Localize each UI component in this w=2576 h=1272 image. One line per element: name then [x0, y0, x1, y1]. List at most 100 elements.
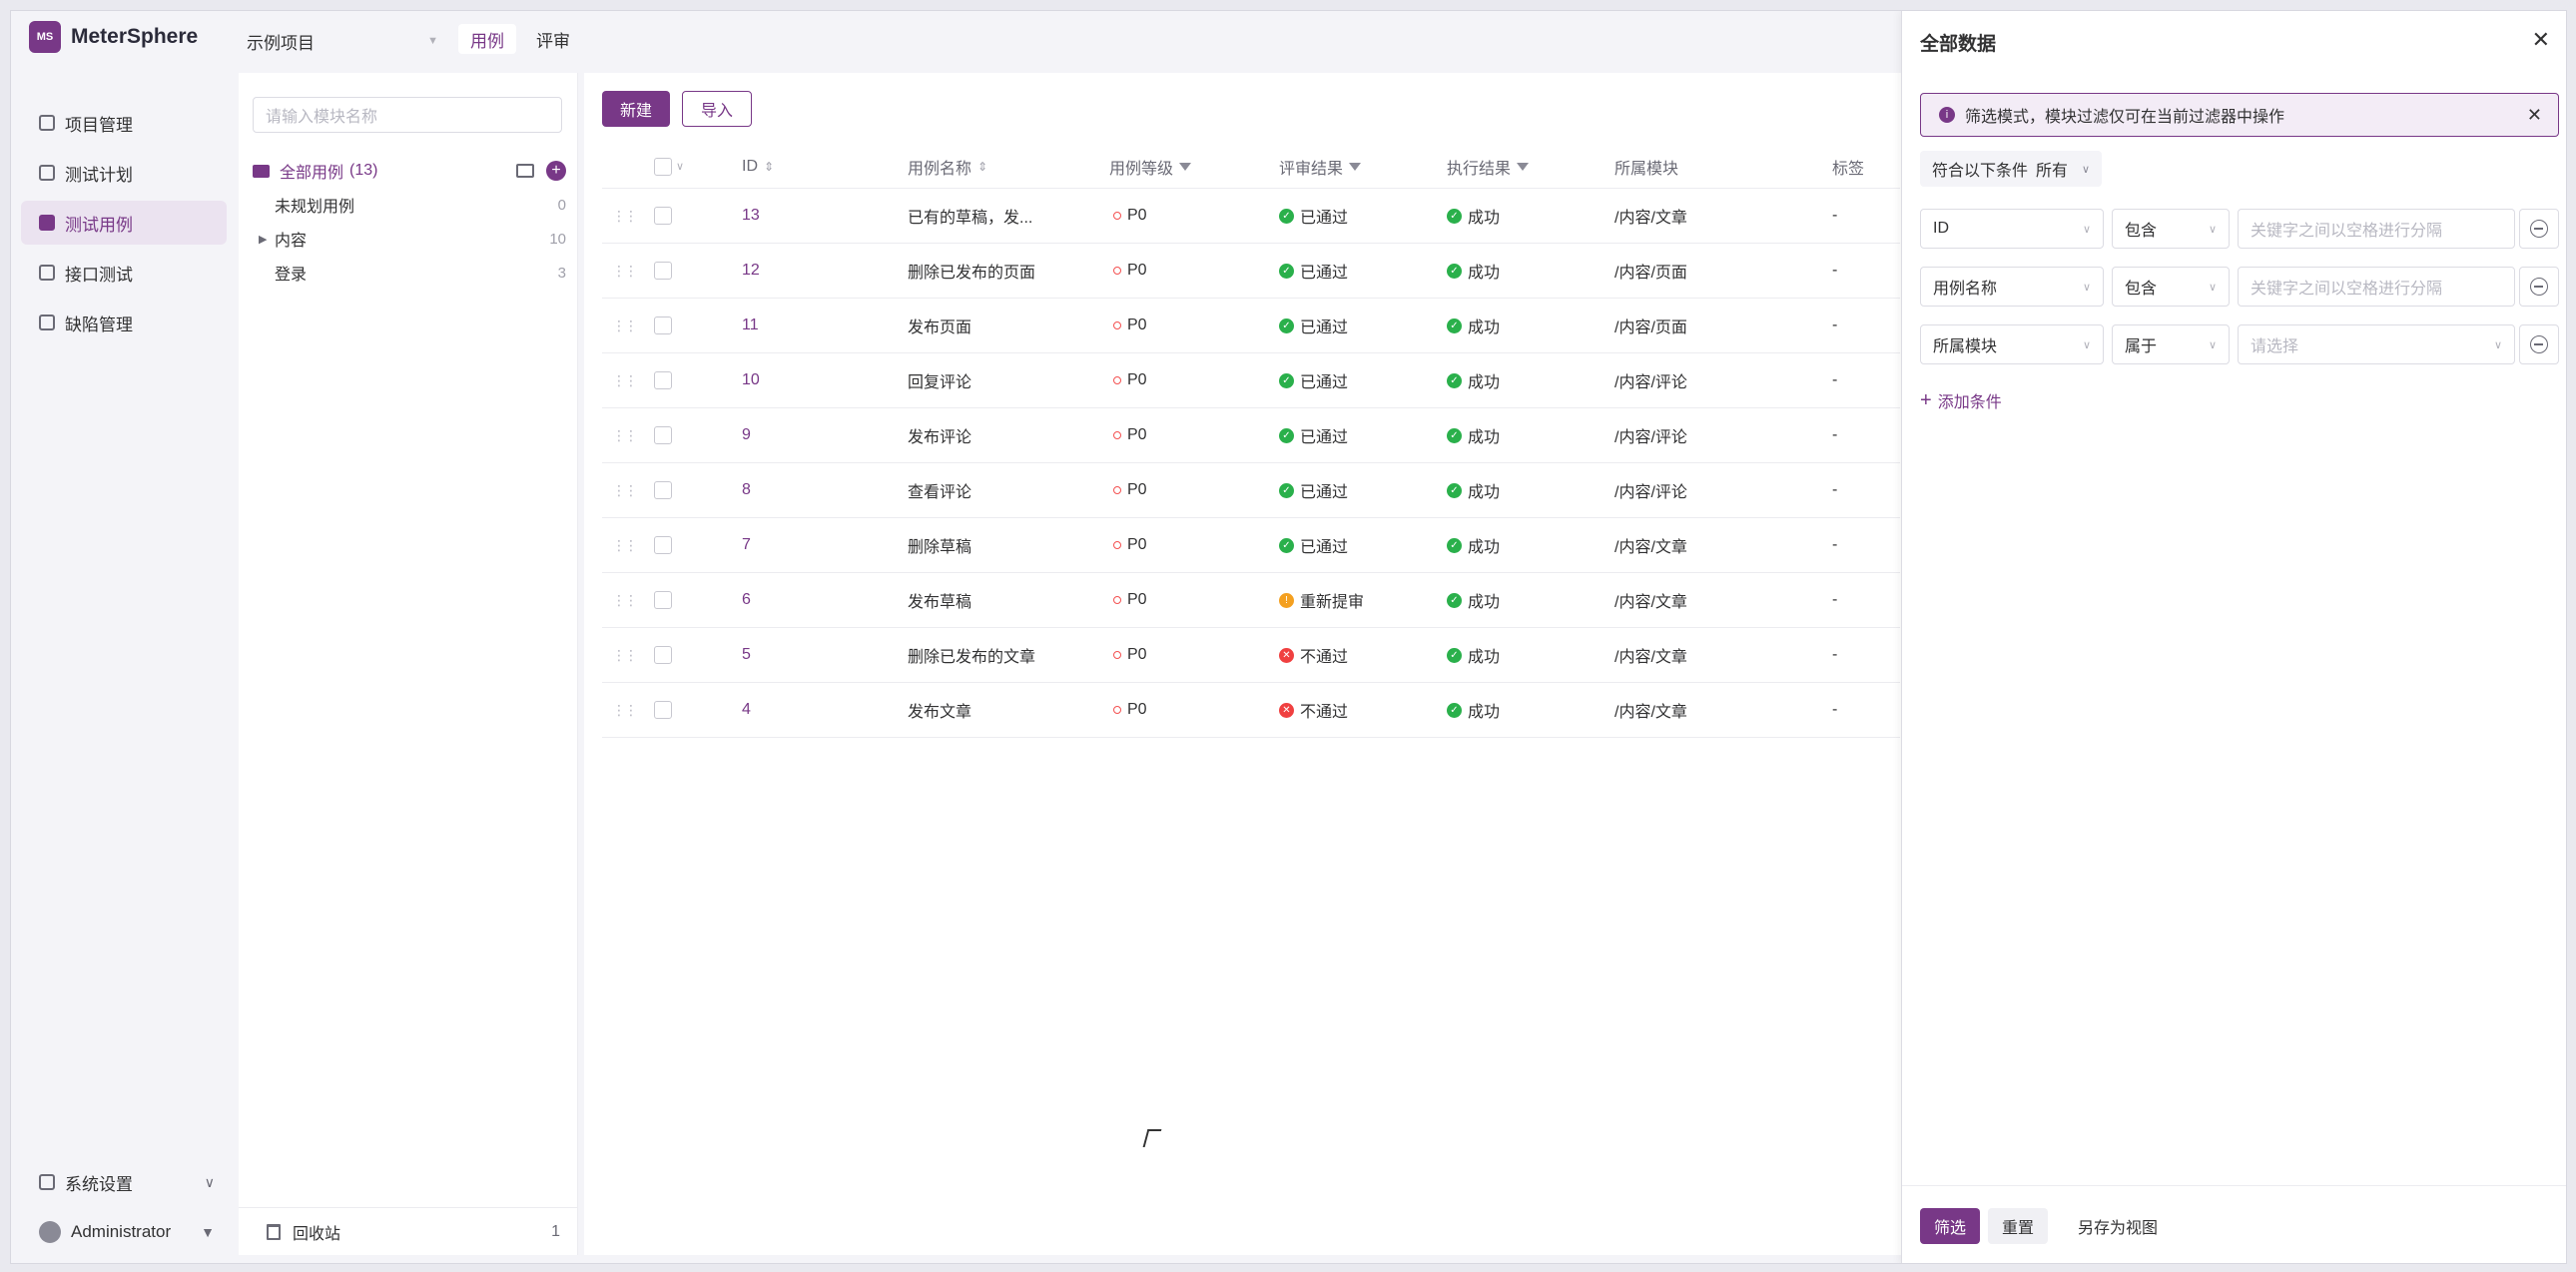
- case-id-link[interactable]: 7: [742, 518, 751, 572]
- table-row[interactable]: ⋮⋮ 12 删除已发布的页面 P0 ✓ 已通过 ✓ 成功/内容/页面 -: [602, 244, 1900, 299]
- tab-review[interactable]: 评审: [524, 24, 582, 54]
- recycle-bin[interactable]: 回收站 1: [239, 1207, 578, 1255]
- match-mode-select[interactable]: 符合以下条件 所有 ∨: [1920, 151, 2103, 187]
- row-select[interactable]: [654, 244, 672, 298]
- row-checkbox[interactable]: [654, 426, 672, 444]
- filter-icon[interactable]: [1179, 162, 1192, 171]
- row-checkbox[interactable]: [654, 536, 672, 554]
- table-row[interactable]: ⋮⋮ 9 发布评论 P0 ✓ 已通过 ✓ 成功/内容/评论 -: [602, 408, 1900, 463]
- table-row[interactable]: ⋮⋮ 13 已有的草稿，发... P0 ✓ 已通过 ✓ 成功/内容/文章 -: [602, 189, 1900, 244]
- new-case-button[interactable]: 新建: [602, 91, 671, 127]
- row-select[interactable]: [654, 189, 672, 243]
- sidebar-item-api-test[interactable]: 接口测试: [21, 251, 227, 295]
- table-row[interactable]: ⋮⋮ 10 回复评论 P0 ✓ 已通过 ✓ 成功/内容/评论 -: [602, 353, 1900, 408]
- condition-field-select[interactable]: 所属模块 ∨: [1920, 324, 2104, 364]
- tree-item-login[interactable]: 登录 3: [253, 257, 566, 289]
- sort-icon[interactable]: ⇕: [764, 160, 774, 174]
- col-level[interactable]: 用例等级: [1109, 145, 1192, 188]
- filter-icon[interactable]: [1349, 162, 1362, 171]
- project-select[interactable]: 示例项目 ▼: [247, 27, 438, 55]
- case-name[interactable]: 已有的草稿，发...: [908, 189, 1032, 243]
- tab-cases[interactable]: 用例: [458, 24, 516, 54]
- case-name[interactable]: 删除草稿: [908, 518, 971, 572]
- case-name[interactable]: 发布评论: [908, 408, 971, 462]
- case-id-link[interactable]: 10: [742, 353, 760, 407]
- drag-handle-icon[interactable]: ⋮⋮: [612, 408, 638, 462]
- case-name[interactable]: 发布草稿: [908, 573, 971, 627]
- drag-handle-icon[interactable]: ⋮⋮: [612, 189, 638, 243]
- select-all-checkbox[interactable]: [654, 157, 672, 176]
- remove-condition-button[interactable]: [2519, 267, 2559, 307]
- drag-handle-icon[interactable]: ⋮⋮: [612, 463, 638, 517]
- sidebar-item-test-case[interactable]: 测试用例: [21, 201, 227, 245]
- condition-op-select[interactable]: 包含 ∨: [2112, 267, 2230, 307]
- sort-icon[interactable]: ⇕: [977, 160, 987, 174]
- filter-icon[interactable]: [1517, 162, 1530, 171]
- row-checkbox[interactable]: [654, 371, 672, 389]
- drag-handle-icon[interactable]: ⋮⋮: [612, 573, 638, 627]
- add-module-icon[interactable]: +: [546, 161, 566, 181]
- drag-handle-icon[interactable]: ⋮⋮: [612, 628, 638, 682]
- row-select[interactable]: [654, 353, 672, 407]
- close-icon[interactable]: ✕: [2532, 27, 2550, 53]
- condition-value-input[interactable]: 关键字之间以空格进行分隔: [2238, 267, 2515, 307]
- expand-arrow-icon[interactable]: ▶: [259, 233, 275, 246]
- drag-handle-icon[interactable]: ⋮⋮: [612, 683, 638, 737]
- drag-handle-icon[interactable]: ⋮⋮: [612, 244, 638, 298]
- table-row[interactable]: ⋮⋮ 4 发布文章 P0 ✕ 不通过 ✓ 成功/内容/文章 -: [602, 683, 1900, 738]
- condition-op-select[interactable]: 属于 ∨: [2112, 324, 2230, 364]
- reset-button[interactable]: 重置: [1988, 1208, 2049, 1244]
- row-checkbox[interactable]: [654, 317, 672, 334]
- case-id-link[interactable]: 6: [742, 573, 751, 627]
- row-select[interactable]: [654, 463, 672, 517]
- row-select[interactable]: [654, 628, 672, 682]
- case-id-link[interactable]: 11: [742, 299, 759, 352]
- table-row[interactable]: ⋮⋮ 6 发布草稿 P0! 重新提审 ✓ 成功/内容/文章 -: [602, 573, 1900, 628]
- filter-button[interactable]: 筛选: [1920, 1208, 1981, 1244]
- tree-item-content[interactable]: ▶ 内容 10: [253, 223, 566, 255]
- row-checkbox[interactable]: [654, 481, 672, 499]
- row-select[interactable]: [654, 408, 672, 462]
- tree-item-all[interactable]: 全部用例 (13) +: [253, 155, 566, 187]
- row-select[interactable]: [654, 299, 672, 352]
- row-select[interactable]: [654, 683, 672, 737]
- case-name[interactable]: 回复评论: [908, 353, 971, 407]
- condition-value-select[interactable]: 请选择 ∨: [2238, 324, 2515, 364]
- sidebar-item-test-plan[interactable]: 测试计划: [21, 151, 227, 195]
- row-select[interactable]: [654, 518, 672, 572]
- condition-field-select[interactable]: ID ∨: [1920, 209, 2104, 249]
- case-name[interactable]: 查看评论: [908, 463, 971, 517]
- row-checkbox[interactable]: [654, 701, 672, 719]
- col-id[interactable]: ID ⇕: [742, 145, 774, 188]
- case-name[interactable]: 发布页面: [908, 299, 971, 352]
- row-checkbox[interactable]: [654, 646, 672, 664]
- table-row[interactable]: ⋮⋮ 11 发布页面 P0 ✓ 已通过 ✓ 成功/内容/页面 -: [602, 299, 1900, 353]
- drag-handle-icon[interactable]: ⋮⋮: [612, 299, 638, 352]
- remove-condition-button[interactable]: [2519, 209, 2559, 249]
- remove-condition-button[interactable]: [2519, 324, 2559, 364]
- select-all[interactable]: ∨: [654, 145, 684, 188]
- col-name[interactable]: 用例名称 ⇕: [908, 145, 987, 188]
- case-id-link[interactable]: 5: [742, 628, 751, 682]
- case-name[interactable]: 发布文章: [908, 683, 971, 737]
- col-exec[interactable]: 执行结果: [1447, 145, 1530, 188]
- case-name[interactable]: 删除已发布的页面: [908, 244, 1035, 298]
- case-id-link[interactable]: 4: [742, 683, 751, 737]
- sidebar-item-project[interactable]: 项目管理: [21, 101, 227, 145]
- module-search-input[interactable]: 请输入模块名称: [253, 97, 562, 133]
- row-checkbox[interactable]: [654, 262, 672, 280]
- import-button[interactable]: 导入: [682, 91, 753, 127]
- table-row[interactable]: ⋮⋮ 5 删除已发布的文章 P0 ✕ 不通过 ✓ 成功/内容/文章 -: [602, 628, 1900, 683]
- add-condition-button[interactable]: + 添加条件: [1920, 388, 2002, 412]
- add-folder-icon[interactable]: [516, 164, 534, 178]
- save-as-view-button[interactable]: 另存为视图: [2064, 1208, 2172, 1244]
- sidebar-item-bug[interactable]: 缺陷管理: [21, 301, 227, 344]
- case-id-link[interactable]: 13: [742, 189, 760, 243]
- case-id-link[interactable]: 9: [742, 408, 751, 462]
- row-checkbox[interactable]: [654, 591, 672, 609]
- condition-field-select[interactable]: 用例名称 ∨: [1920, 267, 2104, 307]
- row-checkbox[interactable]: [654, 207, 672, 225]
- close-icon[interactable]: ✕: [2527, 105, 2542, 126]
- case-id-link[interactable]: 12: [742, 244, 760, 298]
- user-menu[interactable]: Administrator ▼: [21, 1212, 227, 1252]
